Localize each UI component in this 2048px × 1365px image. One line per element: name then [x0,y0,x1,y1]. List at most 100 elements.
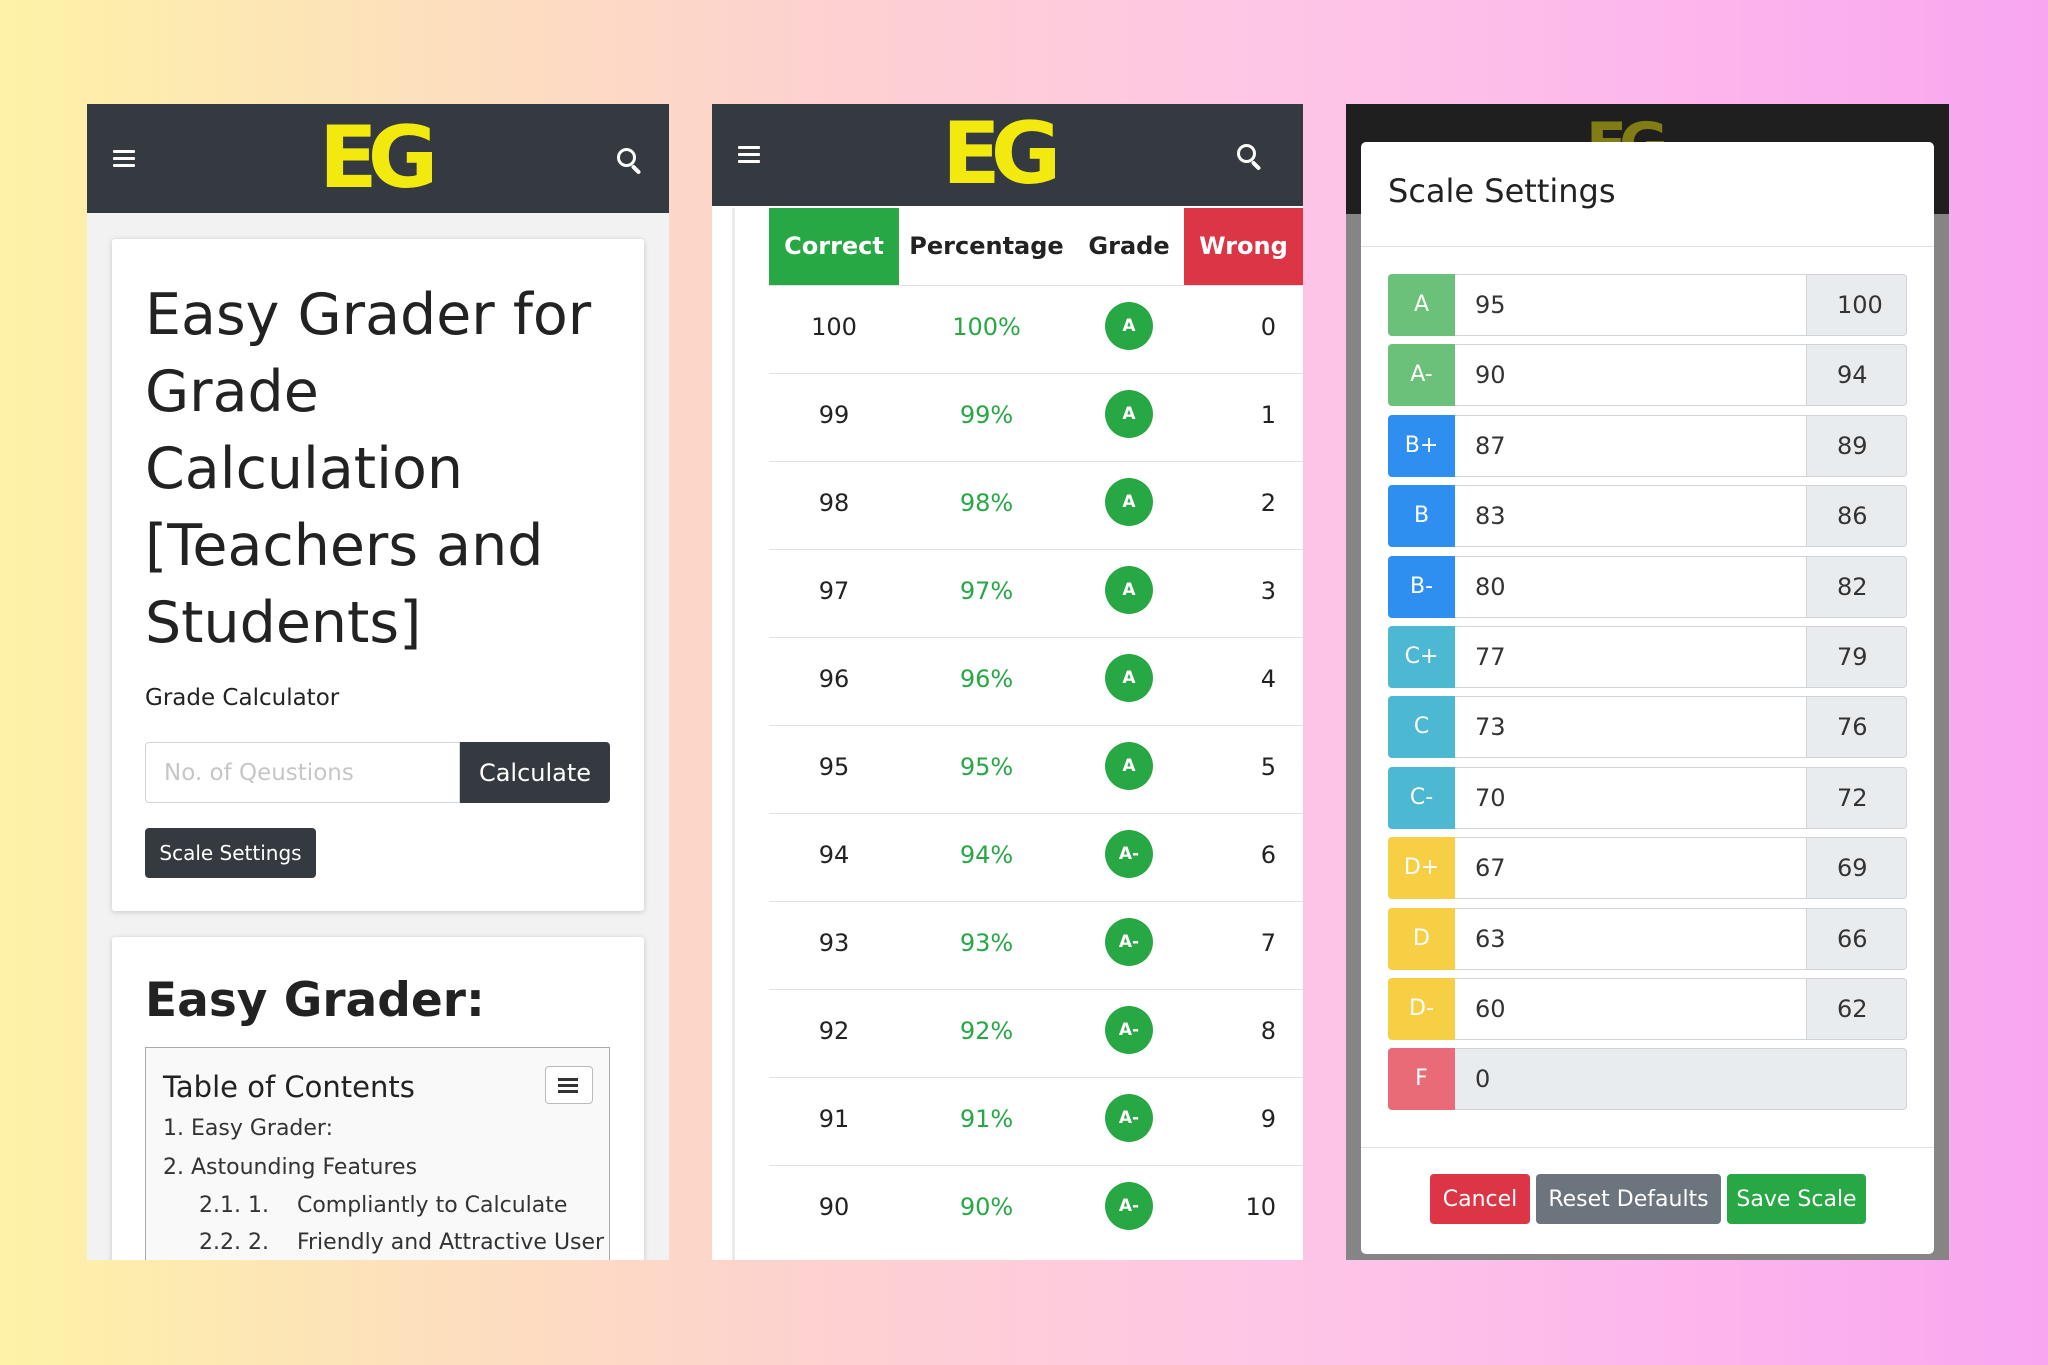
grade-badge: A [1105,742,1153,790]
save-scale-button[interactable]: Save Scale [1727,1174,1866,1224]
scale-min-input[interactable]: 63 [1455,907,1807,970]
grade-badge: A [1105,566,1153,614]
table-row: 94 94% A- 6 [769,813,1303,901]
scale-grade-label: D- [1388,978,1455,1040]
cell-correct: 93 [818,929,850,957]
cell-wrong: 3 [1260,577,1276,605]
scale-min-input[interactable]: 95 [1455,274,1807,336]
table-body: 100 100% A 0 99 99% A 1 98 98% A 2 97 97% A 3 96 96% A 4 95 9… [769,285,1303,1253]
cell-percentage: 98% [959,489,1014,517]
calculator-card: Easy Grader for Grade Calculation [Teach… [112,239,644,911]
scale-grade-label: C [1388,696,1455,759]
calculate-button[interactable]: Calculate [460,742,610,803]
divider [1361,246,1934,247]
scale-min-input[interactable]: 77 [1455,626,1807,688]
search-icon[interactable] [1237,144,1265,172]
scale-max-value: 76 [1807,696,1907,759]
cell-correct: 90 [818,1193,850,1221]
scale-min-input[interactable]: 60 [1455,978,1807,1040]
table-header: Correct Percentage Grade Wrong [769,208,1303,285]
scale-settings-button[interactable]: Scale Settings [145,828,316,878]
scale-row: B+ 87 89 [1388,414,1907,477]
cell-percentage: 100% [952,313,1021,341]
scale-max-value: 86 [1807,485,1907,548]
scale-max-value: 62 [1807,978,1907,1040]
search-icon[interactable] [617,148,645,176]
hamburger-menu-icon[interactable] [113,150,135,168]
scale-min-input[interactable]: 90 [1455,344,1807,407]
toc-item-number: 2.1. 1. [199,1193,269,1218]
grade-badge: A- [1105,918,1153,966]
toc-item-number: 2.2. 2. [199,1230,269,1255]
cell-wrong: 9 [1260,1105,1276,1133]
cell-grade: A [1074,462,1184,550]
cell-wrong: 0 [1260,313,1276,341]
toc-item[interactable]: 2.2. 2. Friendly and Attractive User [199,1230,604,1255]
toc-toggle-icon[interactable] [545,1066,593,1104]
cell-grade: A- [1074,1078,1184,1166]
toc-item[interactable]: 2.1. 1. Compliantly to Calculate [199,1193,567,1218]
table-edge [732,208,735,1260]
scale-grade-label: D [1388,907,1455,970]
table-row: 98 98% A 2 [769,461,1303,549]
cell-grade: A [1074,550,1184,638]
scale-min-input[interactable]: 87 [1455,414,1807,477]
scale-row: F0 [1388,1048,1907,1111]
grade-badge: A- [1105,1006,1153,1054]
toc-item[interactable]: 1. Easy Grader: [163,1116,333,1141]
hamburger-menu-icon[interactable] [738,146,760,164]
grade-badge: A [1105,478,1153,526]
cell-wrong: 4 [1260,665,1276,693]
cell-wrong: 6 [1260,841,1276,869]
grade-badge: A [1105,654,1153,702]
header-correct: Correct [769,208,899,285]
table-row: 97 97% A 3 [769,549,1303,637]
table-row: 92 92% A- 8 [769,989,1303,1077]
cell-correct: 92 [818,1017,850,1045]
cell-grade: A- [1074,902,1184,990]
toc-title: Table of Contents [163,1070,415,1104]
cell-grade: A- [1074,814,1184,902]
scale-min-input[interactable]: 0 [1455,1048,1907,1111]
cell-correct: 96 [818,665,850,693]
scale-settings-modal: Scale Settings A 95 100 A- 90 94 B+ 87 89 B 83 86 B-… [1361,142,1934,1254]
grade-table: Correct Percentage Grade Wrong 100 100% A 0… [769,208,1303,1253]
cell-correct: 91 [818,1105,850,1133]
scale-max-value: 94 [1807,344,1907,407]
header-percentage: Percentage [909,232,1064,260]
page-title: Easy Grader for Grade Calculation [Teach… [145,282,592,656]
scale-row: D- 60 62 [1388,978,1907,1040]
table-row: 93 93% A- 7 [769,901,1303,989]
cell-wrong: 5 [1260,753,1276,781]
scale-max-value: 82 [1807,555,1907,618]
scale-min-input[interactable]: 83 [1455,485,1807,548]
toc-item-label: Astounding Features [191,1155,418,1180]
scale-min-input[interactable]: 70 [1455,766,1807,829]
scale-max-value: 69 [1807,837,1907,900]
toc-item-label: Compliantly to Calculate [296,1193,568,1218]
logo[interactable]: EG [942,108,1061,200]
table-row: 100 100% A 0 [769,285,1303,373]
scale-min-input[interactable]: 80 [1455,555,1807,618]
table-row: 99 99% A 1 [769,373,1303,461]
cell-wrong: 2 [1260,489,1276,517]
cell-wrong: 1 [1260,401,1276,429]
cell-grade: A- [1074,1166,1184,1254]
scale-grade-label: C- [1388,766,1455,829]
cell-correct: 99 [818,401,850,429]
questions-input[interactable] [145,742,460,803]
logo[interactable]: EG [319,112,438,204]
grade-badge: A- [1105,1094,1153,1142]
grade-badge: A- [1105,1182,1153,1230]
toc-item[interactable]: 2. Astounding Features [163,1155,417,1180]
scale-max-value: 79 [1807,626,1907,688]
reset-defaults-button[interactable]: Reset Defaults [1536,1174,1721,1224]
scale-row: D 63 66 [1388,907,1907,970]
cancel-button[interactable]: Cancel [1430,1174,1530,1224]
toc-item-number: 1. [163,1116,184,1141]
grade-table-screen: EG Correct Percentage Grade Wrong 100 100… [712,104,1303,1260]
cell-wrong: 8 [1260,1017,1276,1045]
scale-min-input[interactable]: 73 [1455,696,1807,759]
scale-min-input[interactable]: 67 [1455,837,1807,900]
grade-badge: A [1105,390,1153,438]
